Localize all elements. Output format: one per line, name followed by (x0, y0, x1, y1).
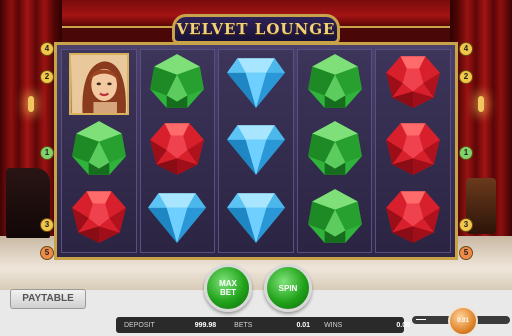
reel-cell (141, 117, 215, 184)
bet-slider[interactable]: — 0.01 (412, 306, 510, 336)
spin-button[interactable]: SPIN (264, 264, 312, 312)
reel-cell (298, 50, 372, 117)
reel-cell (62, 117, 136, 184)
deposit-value: 999.98 (194, 321, 217, 329)
green-gem-icon (304, 117, 366, 184)
reel-cell (298, 185, 372, 252)
blue-gem-icon (146, 185, 208, 252)
reel-cell (62, 50, 136, 117)
reel-4 (296, 49, 373, 253)
game-title: VELVET LOUNGE (176, 20, 336, 38)
reel-cell (141, 185, 215, 252)
max-bet-button[interactable]: MAX BET (204, 264, 252, 312)
blue-gem-icon (225, 117, 287, 184)
red-gem-icon (146, 117, 208, 184)
payline-marker-left[interactable]: 5 (40, 246, 54, 260)
reel-cell (219, 117, 293, 184)
wall-lamp-icon (28, 96, 34, 112)
wins-value: 0.00 (396, 321, 410, 329)
payline-marker-right[interactable]: 2 (459, 70, 473, 84)
green-gem-icon (68, 117, 130, 184)
bets-label: BETS (234, 321, 253, 329)
max-bet-label-line2: BET (220, 288, 236, 297)
reel-5 (375, 49, 451, 253)
reel-cell (62, 185, 136, 252)
red-gem-icon (382, 117, 444, 184)
paytable-button[interactable]: PAYTABLE (10, 289, 86, 309)
payline-marker-left[interactable]: 2 (40, 70, 54, 84)
reel-grid (54, 42, 458, 260)
payline-marker-right[interactable]: 4 (459, 42, 473, 56)
payline-marker-left[interactable]: 1 (40, 146, 54, 160)
woman-portrait-icon (68, 52, 129, 115)
reel-cell (219, 185, 293, 252)
red-gem-icon (68, 185, 130, 252)
status-bar: DEPOSIT 999.98 BETS 0.01 WINS 0.00 (116, 317, 410, 333)
max-bet-label-line1: MAX (219, 279, 237, 288)
reel-cell (141, 50, 215, 117)
reel-1 (61, 49, 137, 253)
red-gem-icon (382, 185, 444, 252)
bet-slider-knob[interactable]: 0.01 (448, 306, 478, 336)
bet-decrease-button[interactable]: — (416, 314, 426, 325)
green-gem-icon (146, 50, 208, 117)
reel-2 (139, 49, 216, 253)
blue-gem-icon (225, 185, 287, 252)
payline-marker-left[interactable]: 4 (40, 42, 54, 56)
wins-label: WINS (324, 321, 343, 329)
reel-3 (218, 49, 294, 253)
reel-cell (376, 117, 450, 184)
reel-cell (219, 50, 293, 117)
reel-cell (376, 185, 450, 252)
wall-lamp-icon (478, 96, 484, 112)
blue-gem-icon (225, 50, 287, 117)
payline-marker-right[interactable]: 1 (459, 146, 473, 160)
green-gem-icon (304, 50, 366, 117)
red-gem-icon (382, 50, 444, 117)
bets-value: 0.01 (296, 321, 311, 329)
game-stage: VELVET LOUNGE 4 2 1 3 5 4 2 1 3 5 (0, 0, 512, 290)
payline-marker-left[interactable]: 3 (40, 218, 54, 232)
deposit-label: DEPOSIT (124, 321, 155, 329)
spin-label: SPIN (278, 283, 298, 293)
payline-marker-right[interactable]: 3 (459, 218, 473, 232)
reel-cell (376, 50, 450, 117)
green-gem-icon (304, 185, 366, 252)
game-title-plaque: VELVET LOUNGE (172, 14, 340, 44)
payline-marker-right[interactable]: 5 (459, 246, 473, 260)
reel-cell (298, 117, 372, 184)
